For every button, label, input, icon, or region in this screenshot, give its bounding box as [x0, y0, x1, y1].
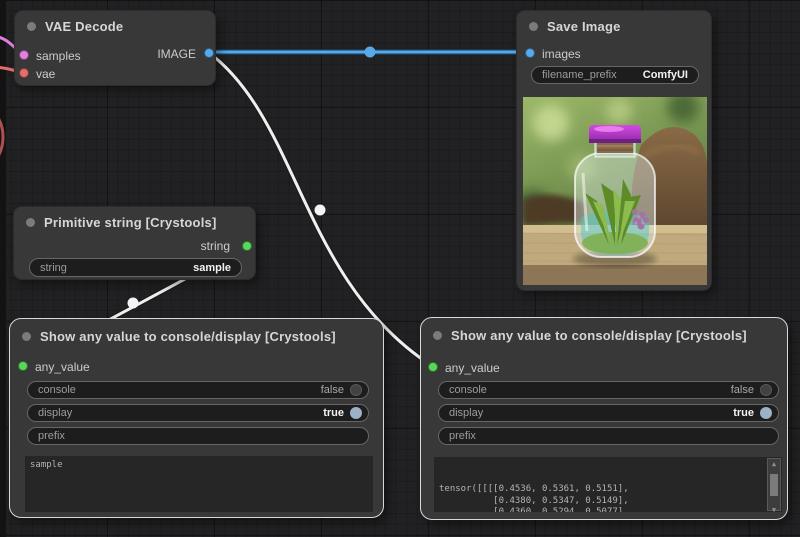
widget-value: sample	[193, 262, 231, 274]
node-title-bar[interactable]: Primitive string [Crystools]	[14, 207, 255, 237]
node-show-any-value-left[interactable]: Show any value to console/display [Cryst…	[9, 318, 384, 518]
console-toggle-widget[interactable]: console false	[438, 381, 779, 399]
output-slot-label: string	[201, 239, 230, 253]
console-toggle-widget[interactable]: console false	[27, 381, 369, 399]
collapse-dot-icon[interactable]	[529, 22, 538, 31]
input-slot-samples-icon[interactable]	[19, 50, 29, 60]
input-slot-anyvalue-icon[interactable]	[18, 361, 28, 371]
output-scrollbar[interactable]: ▲ ▼	[767, 458, 781, 511]
display-toggle-widget[interactable]: display true	[27, 404, 369, 422]
string-value-widget[interactable]: string sample	[29, 258, 242, 277]
widget-value: ComfyUI	[643, 69, 688, 81]
node-save-image[interactable]: Save Image images filename_prefix ComfyU…	[516, 10, 712, 291]
toggle-knob-icon[interactable]	[760, 384, 772, 396]
collapse-dot-icon[interactable]	[433, 331, 442, 340]
preview-image	[523, 97, 707, 285]
node-title-bar[interactable]: Show any value to console/display [Cryst…	[421, 318, 787, 352]
node-title-text: VAE Decode	[45, 19, 123, 34]
widget-label: display	[449, 407, 483, 419]
prefix-input-widget[interactable]: prefix	[27, 427, 369, 445]
preview-image-art	[523, 97, 707, 285]
input-slot-label: any_value	[445, 361, 500, 375]
toggle-knob-icon[interactable]	[760, 407, 772, 419]
output-slot-label: IMAGE	[157, 47, 196, 61]
input-slot-label: any_value	[35, 360, 90, 374]
prefix-input-widget[interactable]: prefix	[438, 427, 779, 445]
link-midpoint-dot-white-2[interactable]	[128, 298, 139, 309]
collapse-dot-icon[interactable]	[27, 22, 36, 31]
console-output-text[interactable]: sample	[25, 456, 373, 512]
widget-label: console	[449, 384, 487, 396]
node-graph-canvas[interactable]: VAE Decode samples vae IMAGE Save Image …	[0, 0, 800, 537]
node-show-any-value-right[interactable]: Show any value to console/display [Cryst…	[420, 317, 788, 520]
widget-label: console	[38, 384, 76, 396]
node-primitive-string[interactable]: Primitive string [Crystools] string stri…	[13, 206, 256, 280]
scroll-up-icon[interactable]: ▲	[768, 459, 780, 471]
console-output-text[interactable]: tensor([[[[0.4536, 0.5361, 0.5151], [0.4…	[434, 480, 782, 512]
node-title-text: Show any value to console/display [Cryst…	[451, 328, 747, 343]
widget-label: filename_prefix	[542, 69, 617, 81]
widget-label: prefix	[449, 430, 476, 442]
node-title-text: Primitive string [Crystools]	[44, 215, 216, 230]
collapse-dot-icon[interactable]	[22, 332, 31, 341]
link-offscreen-red[interactable]	[0, 116, 3, 158]
output-slot-image-icon[interactable]	[204, 48, 214, 58]
widget-label: prefix	[38, 430, 65, 442]
link-midpoint-dot-blue[interactable]	[365, 47, 376, 58]
scrollbar-track[interactable]	[768, 471, 780, 506]
input-slot-images-icon[interactable]	[525, 48, 535, 58]
input-slot-label: vae	[36, 67, 55, 81]
toggle-knob-icon[interactable]	[350, 407, 362, 419]
input-slot-label: samples	[36, 49, 81, 63]
scrollbar-thumb[interactable]	[770, 474, 778, 496]
node-title-text: Show any value to console/display [Cryst…	[40, 329, 336, 344]
node-title-bar[interactable]: VAE Decode	[15, 11, 215, 41]
collapse-dot-icon[interactable]	[26, 218, 35, 227]
output-slot-string-icon[interactable]	[242, 241, 252, 251]
console-output-area[interactable]: tensor([[[[0.4536, 0.5361, 0.5151], [0.4…	[434, 457, 782, 512]
input-slot-anyvalue-icon[interactable]	[428, 362, 438, 372]
widget-value: false	[731, 384, 754, 396]
widget-value: false	[321, 384, 344, 396]
link-midpoint-dot-white-1[interactable]	[315, 205, 326, 216]
input-slot-vae-icon[interactable]	[19, 68, 29, 78]
node-vae-decode[interactable]: VAE Decode samples vae IMAGE	[14, 10, 216, 86]
widget-label: display	[38, 407, 72, 419]
node-title-text: Save Image	[547, 19, 621, 34]
toggle-knob-icon[interactable]	[350, 384, 362, 396]
filename-prefix-widget[interactable]: filename_prefix ComfyUI	[531, 66, 699, 84]
widget-label: string	[40, 262, 67, 274]
widget-value: true	[323, 407, 344, 419]
scroll-down-icon[interactable]: ▼	[768, 505, 780, 512]
input-slot-label: images	[542, 47, 581, 61]
widget-value: true	[733, 407, 754, 419]
display-toggle-widget[interactable]: display true	[438, 404, 779, 422]
node-title-bar[interactable]: Save Image	[517, 11, 711, 41]
node-title-bar[interactable]: Show any value to console/display [Cryst…	[10, 319, 383, 353]
